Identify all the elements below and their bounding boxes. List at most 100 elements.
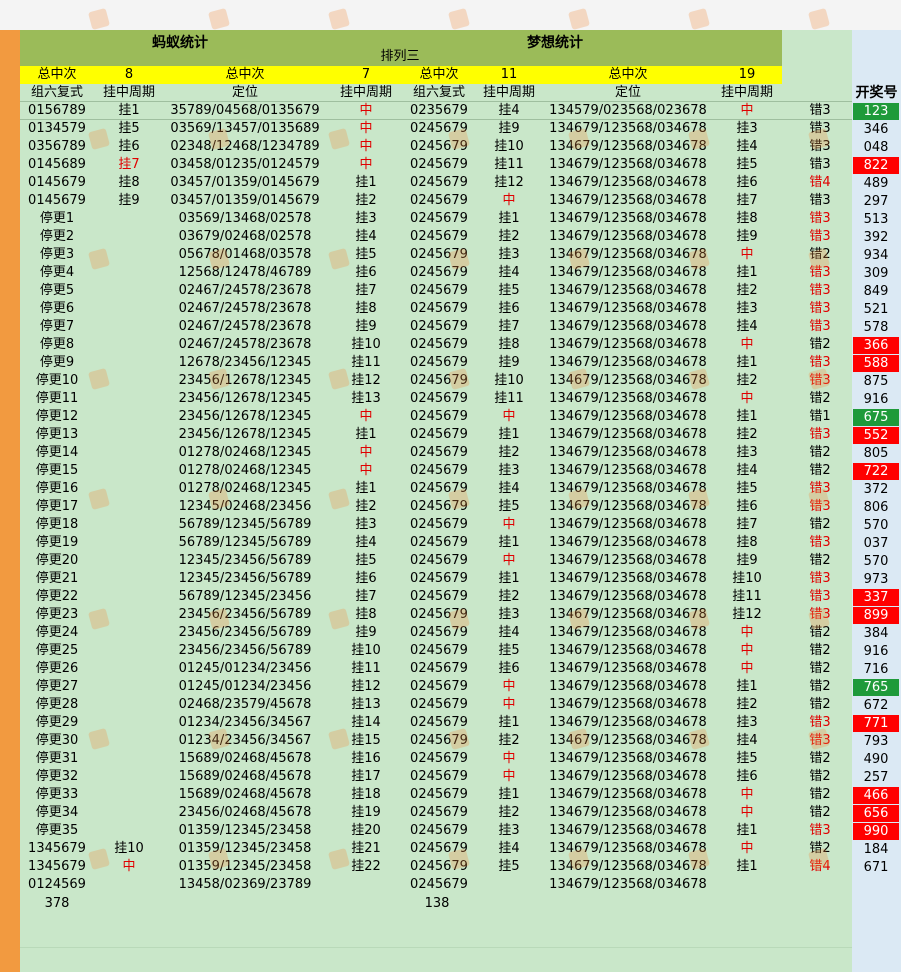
row-34-cycle-2: 挂13 [351, 697, 381, 712]
row-19-result: 552 [853, 427, 899, 444]
row-32-cycle-1 [96, 660, 162, 678]
row-33-cycle-4: 挂1 [736, 679, 758, 694]
row-30-position-2: 134679/123568/034678 [549, 625, 707, 640]
row-14-cycle-1 [96, 336, 162, 354]
row-8-combo-2: 0245679 [410, 229, 468, 244]
row-27-error-count: 错3 [809, 571, 831, 586]
row-5-cycle-1: 挂8 [118, 175, 140, 190]
row-22-cycle-4: 挂5 [736, 481, 758, 496]
row-17-position-1: 23456/12678/12345 [178, 391, 312, 406]
row-2-cycle-3: 挂9 [498, 121, 520, 136]
row-26-result: 570 [863, 554, 889, 569]
row-21-cycle-3: 挂3 [498, 463, 520, 478]
lottery-type-label: 排列三 [380, 49, 420, 64]
row-20-cycle-1 [96, 444, 162, 462]
row-18-result: 675 [853, 409, 899, 426]
row-11-result: 849 [863, 284, 889, 299]
row-31-position-1: 23456/23456/56789 [178, 643, 312, 658]
row-16-combo-1: 停更10 [35, 373, 79, 388]
row-2-combo-1: 0134579 [28, 121, 86, 136]
row-27-cycle-2: 挂6 [355, 571, 377, 586]
row-21-cycle-4: 挂4 [736, 463, 758, 478]
row-41-position-1: 01359/12345/23458 [178, 823, 312, 838]
row-6-cycle-3: 中 [502, 193, 516, 208]
row-12-position-1: 02467/24578/23678 [178, 301, 312, 316]
row-41-result: 990 [853, 823, 899, 840]
row-39-position-2: 134679/123568/034678 [549, 787, 707, 802]
row-33-position-1: 01245/01234/23456 [178, 679, 312, 694]
row-10-combo-1: 停更4 [39, 265, 75, 280]
row-13-cycle-3: 挂7 [498, 319, 520, 334]
row-19-position-1: 23456/12678/12345 [178, 427, 312, 442]
row-20-position-2: 134679/123568/034678 [549, 445, 707, 460]
row-8-cycle-1 [96, 228, 162, 246]
row-29-position-1: 23456/23456/56789 [178, 607, 312, 622]
row-32-position-2: 134679/123568/034678 [549, 661, 707, 676]
total-value-1: 8 [124, 67, 134, 82]
row-35-position-1: 01234/23456/34567 [178, 715, 312, 730]
row-24-error-count: 错2 [809, 517, 831, 532]
row-40-cycle-4: 中 [740, 805, 754, 820]
row-35-combo-1: 停更29 [35, 715, 79, 730]
row-34-result: 672 [863, 698, 889, 713]
row-20-result: 805 [863, 446, 889, 461]
row-17-cycle-4: 中 [740, 391, 754, 406]
row-32-position-1: 01245/01234/23456 [178, 661, 312, 676]
row-33-cycle-1 [96, 678, 162, 696]
row-5-cycle-4: 挂6 [736, 175, 758, 190]
row-1-cycle-2: 中 [359, 103, 373, 118]
row-43-cycle-3: 挂5 [498, 859, 520, 874]
row-38-cycle-3: 中 [502, 769, 516, 784]
row-6-cycle-2: 挂2 [355, 193, 377, 208]
row-30-combo-1: 停更24 [35, 625, 79, 640]
col-header-cycle-1: 挂中周期 [102, 85, 155, 100]
row-7-error-count: 错3 [809, 211, 831, 226]
row-9-cycle-3: 挂3 [498, 247, 520, 262]
row-17-cycle-1 [96, 390, 162, 408]
row-35-cycle-4: 挂3 [736, 715, 758, 730]
row-21-position-1: 01278/02468/12345 [178, 463, 312, 478]
row-11-combo-2: 0245679 [410, 283, 468, 298]
row-33-cycle-2: 挂12 [351, 679, 381, 694]
row-13-position-2: 134679/123568/034678 [549, 319, 707, 334]
row-4-combo-2: 0245679 [410, 157, 468, 172]
row-44-cycle-2 [330, 876, 402, 894]
row-21-error-count: 错2 [809, 463, 831, 478]
row-6-position-1: 03457/01359/0145679 [170, 193, 320, 208]
row-14-position-1: 02467/24578/23678 [178, 337, 312, 352]
row-15-combo-1: 停更9 [39, 355, 75, 370]
row-1-position-1: 35789/04568/0135679 [170, 103, 320, 118]
row-24-cycle-1 [96, 516, 162, 534]
row-12-result: 521 [863, 302, 889, 317]
row-5-position-2: 134679/123568/034678 [549, 175, 707, 190]
ant-grand-total: 378 [44, 896, 70, 911]
row-20-position-1: 01278/02468/12345 [178, 445, 312, 460]
row-20-cycle-2: 中 [359, 445, 373, 460]
row-17-combo-1: 停更11 [35, 391, 79, 406]
row-6-combo-2: 0245679 [410, 193, 468, 208]
row-11-cycle-4: 挂2 [736, 283, 758, 298]
row-41-combo-1: 停更35 [35, 823, 79, 838]
row-4-cycle-2: 中 [359, 157, 373, 172]
row-36-result: 793 [863, 734, 889, 749]
row-39-cycle-1 [96, 786, 162, 804]
row-18-cycle-3: 中 [502, 409, 516, 424]
row-19-combo-1: 停更13 [35, 427, 79, 442]
row-24-position-1: 56789/12345/56789 [178, 517, 312, 532]
row-8-position-1: 03679/02468/02578 [178, 229, 312, 244]
row-6-cycle-1: 挂9 [118, 193, 140, 208]
total-label-4: 总中次 [608, 67, 648, 82]
total-label-2: 总中次 [225, 67, 265, 82]
row-17-position-2: 134679/123568/034678 [549, 391, 707, 406]
row-28-error-count: 错3 [809, 589, 831, 604]
row-42-combo-1: 1345679 [28, 841, 86, 856]
col-header-combo-2: 组六复式 [412, 85, 465, 100]
row-31-cycle-2: 挂10 [351, 643, 381, 658]
row-28-combo-1: 停更22 [35, 589, 79, 604]
row-36-combo-1: 停更30 [35, 733, 79, 748]
bottom-divider [20, 947, 852, 948]
row-11-position-1: 02467/24578/23678 [178, 283, 312, 298]
row-27-result: 973 [863, 572, 889, 587]
row-4-cycle-4: 挂5 [736, 157, 758, 172]
row-39-combo-2: 0245679 [410, 787, 468, 802]
